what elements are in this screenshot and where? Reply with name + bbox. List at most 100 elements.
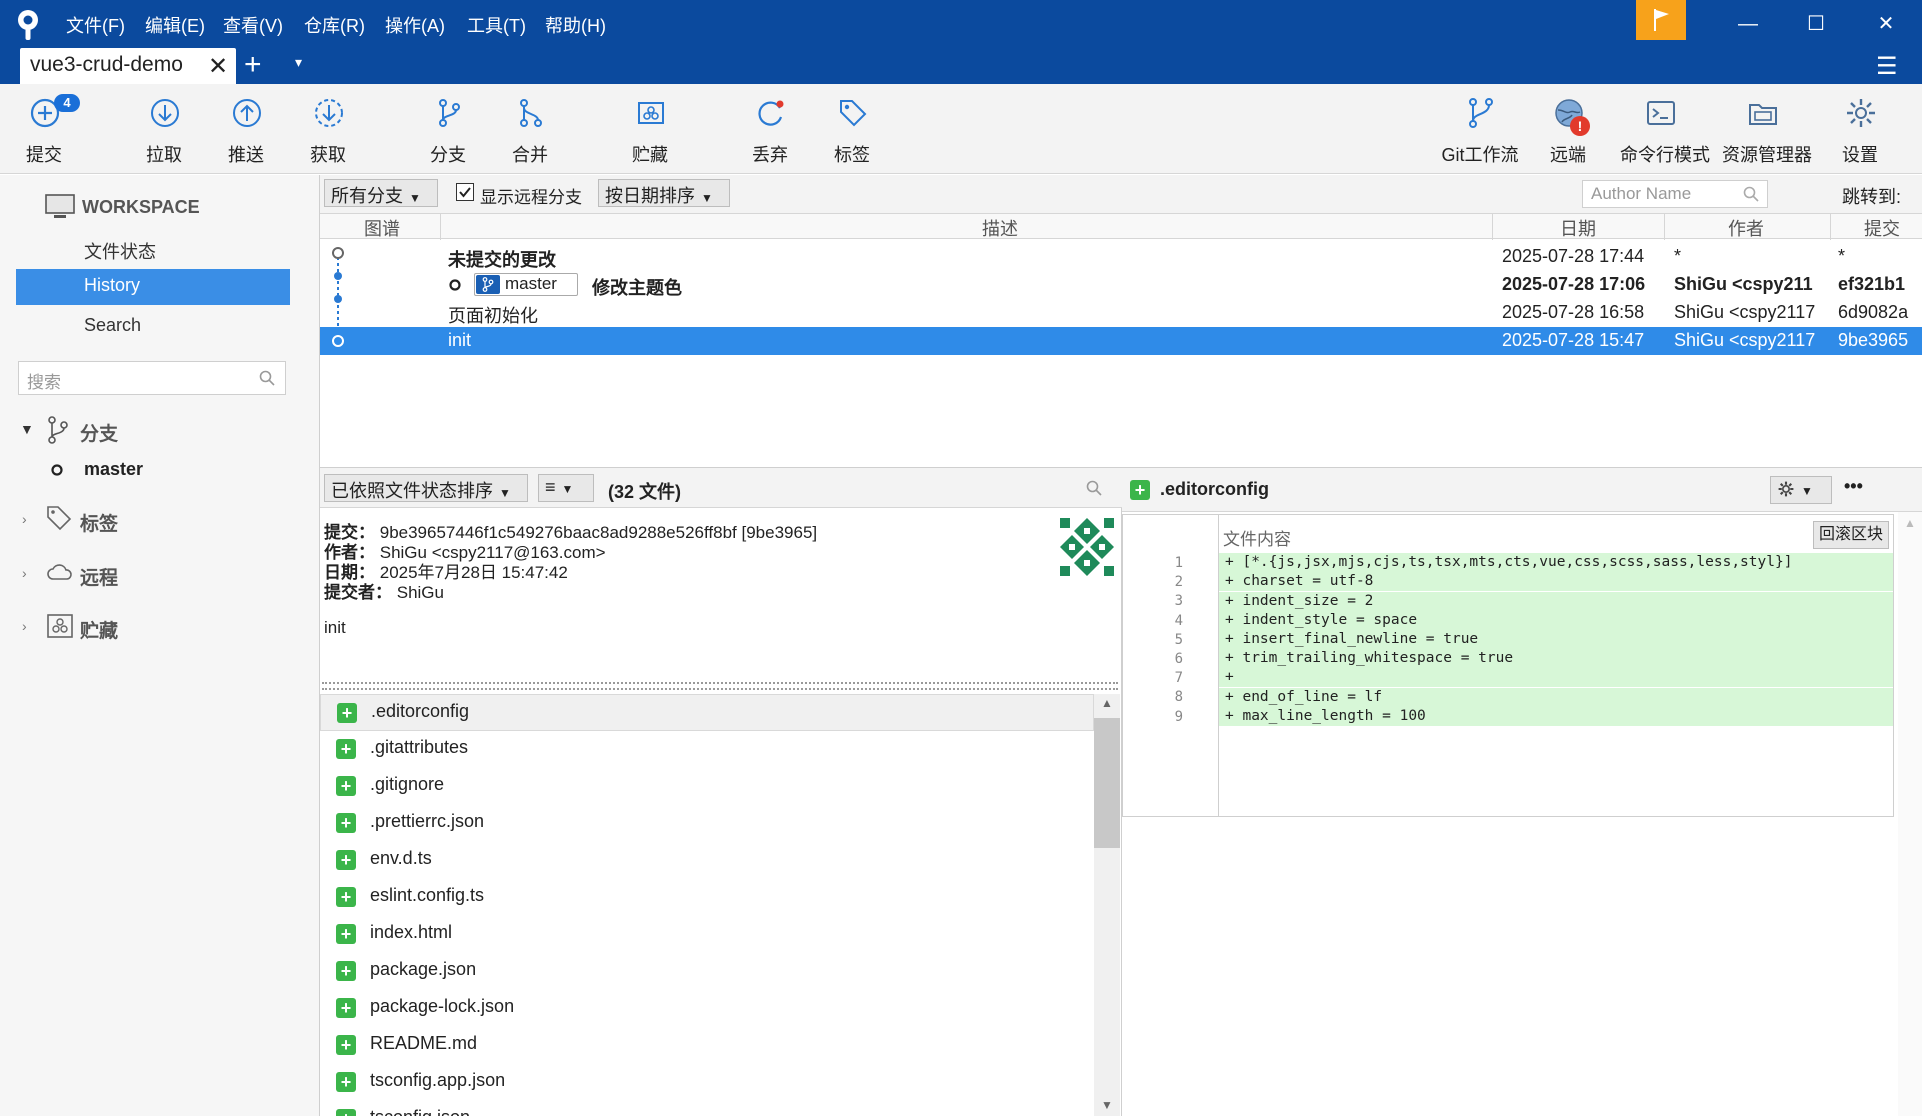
hamburger-menu-icon[interactable]: ☰ [1876, 52, 1898, 81]
fetch-button[interactable]: 获取 [288, 84, 368, 174]
file-row[interactable]: + .gitattributes [320, 731, 1094, 768]
sidebar-item-file-status[interactable]: 文件状态 [84, 238, 156, 264]
author-filter-input[interactable]: Author Name [1582, 180, 1768, 208]
branch-tag-master[interactable]: master [474, 273, 578, 296]
gitflow-icon [1469, 98, 1493, 128]
file-row[interactable]: + package-lock.json [320, 990, 1094, 1027]
revert-hunk-button[interactable]: 回滚区块 [1813, 521, 1889, 549]
close-window-button[interactable]: ✕ [1866, 10, 1906, 38]
new-tab-button[interactable]: + [244, 48, 262, 82]
commit-hash: * [1838, 246, 1846, 266]
file-row[interactable]: + index.html [320, 916, 1094, 953]
file-name: tsconfig.app.json [370, 1070, 506, 1090]
scroll-up-icon[interactable]: ▲ [1101, 696, 1113, 710]
column-divider[interactable] [1830, 214, 1831, 240]
column-commit[interactable]: 提交 [1864, 215, 1900, 241]
menu-help[interactable]: 帮助(H) [545, 12, 606, 38]
tags-group-label[interactable]: 标签 [80, 509, 118, 536]
diff-scrollbar[interactable]: ▲ [1898, 512, 1922, 1116]
show-remote-checkbox[interactable] [456, 183, 474, 201]
minimize-button[interactable]: — [1728, 10, 1768, 38]
commit-row[interactable]: master 修改主题色 2025-07-28 17:06 ShiGu <csp… [320, 271, 1922, 299]
explorer-button[interactable]: 资源管理器 [1722, 84, 1812, 174]
diff-added-line[interactable]: + max_line_length = 100 [1219, 707, 1893, 727]
file-row[interactable]: + package.json [320, 953, 1094, 990]
commit-row-selected[interactable]: init 2025-07-28 15:47 ShiGu <cspy2117 9b… [320, 327, 1922, 355]
remotes-group-label[interactable]: 远程 [80, 563, 118, 590]
sidebar-item-history[interactable]: History [16, 269, 290, 305]
diff-added-line[interactable]: + indent_style = space [1219, 611, 1893, 631]
menu-actions[interactable]: 操作(A) [385, 12, 445, 38]
diff-options-dropdown[interactable]: ▼ [1770, 476, 1832, 504]
file-row[interactable]: + tsconfig.json [320, 1101, 1094, 1116]
jump-to-label[interactable]: 跳转到: [1842, 183, 1901, 209]
file-row[interactable]: + env.d.ts [320, 842, 1094, 879]
column-divider[interactable] [1492, 214, 1493, 240]
flag-button[interactable] [1636, 0, 1686, 40]
column-author[interactable]: 作者 [1728, 215, 1764, 241]
diff-added-line[interactable]: + end_of_line = lf [1219, 688, 1893, 708]
diff-added-line[interactable]: + [1219, 668, 1893, 688]
sidebar-search-input[interactable]: 搜索 [18, 361, 286, 395]
stashes-expand-chevron-icon[interactable]: › [22, 618, 27, 634]
sort-dropdown[interactable]: 按日期排序 ▼ [598, 179, 730, 207]
diff-added-line[interactable]: + charset = utf-8 [1219, 572, 1893, 592]
diff-panel: + .editorconfig ▼ ••• 文件内容 回滚区块 1 2 3 4 … [1122, 467, 1922, 1116]
pull-button[interactable]: 拉取 [124, 84, 204, 174]
tags-expand-chevron-icon[interactable]: › [22, 511, 27, 527]
terminal-button[interactable]: 命令行模式 [1620, 84, 1710, 174]
diff-added-line[interactable]: + indent_size = 2 [1219, 592, 1893, 612]
maximize-button[interactable]: ☐ [1796, 10, 1836, 38]
file-row[interactable]: + .gitignore [320, 768, 1094, 805]
column-date[interactable]: 日期 [1560, 215, 1596, 241]
branches-group-label[interactable]: 分支 [80, 419, 118, 446]
commit-author: ShiGu <cspy2117 [1674, 330, 1816, 350]
diff-added-line[interactable]: + trim_trailing_whitespace = true [1219, 649, 1893, 669]
view-mode-dropdown[interactable]: ≡ ▼ [538, 474, 594, 502]
menu-edit[interactable]: 编辑(E) [145, 12, 205, 38]
column-description[interactable]: 描述 [982, 215, 1018, 241]
branch-filter-dropdown[interactable]: 所有分支 ▼ [324, 179, 438, 207]
column-divider[interactable] [1664, 214, 1665, 240]
menu-file[interactable]: 文件(F) [66, 12, 125, 38]
remotes-expand-chevron-icon[interactable]: › [22, 565, 27, 581]
menu-repository[interactable]: 仓库(R) [304, 12, 365, 38]
tab-dropdown-icon[interactable]: ▾ [295, 54, 302, 71]
diff-added-line[interactable]: + insert_final_newline = true [1219, 630, 1893, 650]
gitflow-button[interactable]: Git工作流 [1440, 84, 1520, 174]
settings-button[interactable]: 设置 [1820, 84, 1900, 174]
file-row[interactable]: + tsconfig.app.json [320, 1064, 1094, 1101]
file-list-scroll-thumb[interactable] [1094, 718, 1120, 848]
file-row[interactable]: + .prettierrc.json [320, 805, 1094, 842]
file-row[interactable]: + .editorconfig [320, 694, 1094, 731]
branch-button[interactable]: 分支 [408, 84, 488, 174]
merge-button[interactable]: 合并 [490, 84, 570, 174]
remote-button[interactable]: 远端 [1528, 84, 1608, 174]
file-row[interactable]: + README.md [320, 1027, 1094, 1064]
push-button[interactable]: 推送 [206, 84, 286, 174]
more-options-icon[interactable]: ••• [1844, 476, 1863, 497]
discard-button[interactable]: 丢弃 [730, 84, 810, 174]
sidebar-item-search[interactable]: Search [84, 315, 141, 336]
stash-button[interactable]: 贮藏 [610, 84, 690, 174]
tab-repository[interactable]: vue3-crud-demo ✕ [20, 48, 236, 84]
commit-row[interactable]: 未提交的更改 2025-07-28 17:44 * * [320, 243, 1922, 271]
tab-close-icon[interactable]: ✕ [208, 52, 228, 81]
column-graph[interactable]: 图谱 [364, 215, 400, 241]
search-icon[interactable] [1086, 480, 1102, 496]
file-added-icon: + [336, 998, 356, 1018]
column-divider[interactable] [440, 214, 441, 240]
commit-row[interactable]: 页面初始化 2025-07-28 16:58 ShiGu <cspy2117 6… [320, 299, 1922, 327]
scroll-down-icon[interactable]: ▼ [1101, 1098, 1113, 1112]
file-sort-dropdown[interactable]: 已依照文件状态排序 ▼ [324, 474, 528, 502]
menu-tools[interactable]: 工具(T) [467, 12, 526, 38]
branches-expand-chevron-icon[interactable]: ▼ [20, 421, 34, 437]
diff-added-line[interactable]: + [*.{js,jsx,mjs,cjs,ts,tsx,mts,cts,vue,… [1219, 553, 1893, 573]
tag-button[interactable]: 标签 [812, 84, 892, 174]
scroll-up-icon[interactable]: ▲ [1904, 516, 1916, 530]
menu-view[interactable]: 查看(V) [223, 12, 283, 38]
details-splitter[interactable] [322, 682, 1118, 690]
branch-item-master[interactable]: master [84, 459, 143, 480]
file-row[interactable]: + eslint.config.ts [320, 879, 1094, 916]
stashes-group-label[interactable]: 贮藏 [80, 616, 118, 643]
